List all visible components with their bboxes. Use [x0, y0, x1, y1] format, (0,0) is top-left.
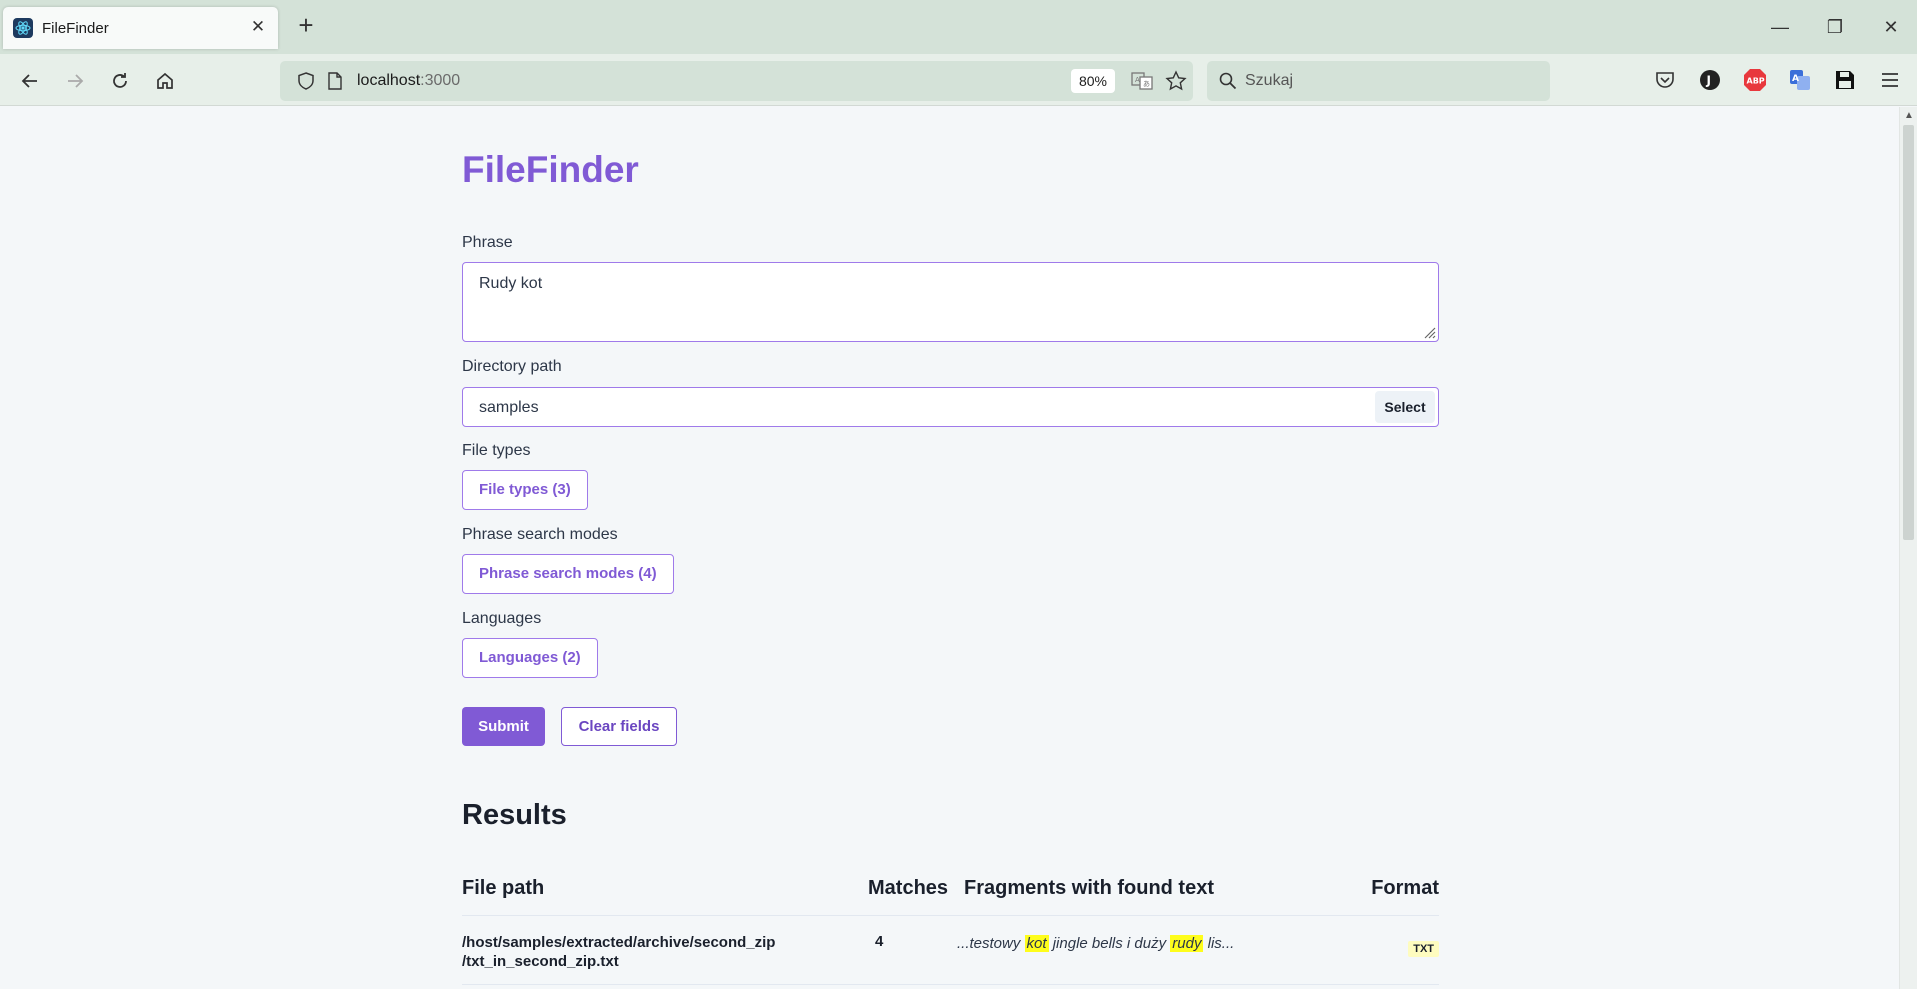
browser-search-bar[interactable]: Szukaj [1207, 61, 1550, 101]
account-avatar-icon[interactable]: J [1696, 66, 1724, 94]
search-placeholder: Szukaj [1245, 72, 1294, 89]
phrase-search-modes-button[interactable]: Phrase search modes (4) [462, 554, 674, 594]
tab-close-icon[interactable]: ✕ [248, 17, 268, 37]
minimize-icon[interactable]: — [1760, 12, 1800, 42]
forward-icon[interactable] [60, 66, 90, 96]
svg-text:A: A [1135, 76, 1140, 84]
reload-icon[interactable] [105, 66, 135, 96]
back-icon[interactable] [15, 66, 45, 96]
table-header-divider [462, 915, 1439, 916]
svg-text:ABP: ABP [1747, 77, 1765, 86]
fragment-text: jingle bells i duży [1048, 935, 1171, 952]
home-icon[interactable] [150, 66, 180, 96]
tab-title: FileFinder [42, 19, 109, 37]
results-heading: Results [462, 799, 567, 831]
file-types-button[interactable]: File types (3) [462, 470, 588, 510]
browser-tab[interactable]: FileFinder ✕ [3, 7, 278, 49]
menu-icon[interactable] [1876, 66, 1904, 94]
table-row-divider [462, 984, 1439, 985]
result-path-line-2: /txt_in_second_zip.txt [462, 953, 619, 970]
page-viewport: FileFinder Phrase Rudy kot Directory pat… [0, 107, 1899, 989]
result-matches: 4 [875, 933, 884, 950]
shield-icon[interactable] [297, 72, 315, 95]
bookmark-star-icon[interactable] [1165, 70, 1187, 97]
page-icon[interactable] [327, 72, 343, 95]
zoom-badge[interactable]: 80% [1071, 69, 1115, 93]
phrase-label: Phrase [462, 234, 513, 251]
result-path-line-1: /host/samples/extracted/archive/second_z… [462, 934, 776, 951]
window-close-icon[interactable]: ✕ [1871, 12, 1911, 42]
submit-button[interactable]: Submit [462, 707, 545, 746]
save-extension-icon[interactable] [1831, 66, 1859, 94]
result-file-path[interactable]: /host/samples/extracted/archive/second_z… [462, 933, 822, 971]
url-host: localhost [357, 72, 421, 89]
directory-label: Directory path [462, 358, 562, 375]
header-matches: Matches [868, 877, 949, 899]
fragment-text: lis... [1203, 935, 1235, 952]
header-file-path: File path [462, 877, 545, 899]
languages-button[interactable]: Languages (2) [462, 638, 598, 678]
url-text[interactable]: localhost:3000 [357, 72, 460, 90]
directory-input[interactable]: samples Select [462, 387, 1439, 427]
adblock-plus-icon[interactable]: ABP [1741, 66, 1769, 94]
browser-tabbar: FileFinder ✕ + — ❐ ✕ [0, 0, 1917, 54]
browser-navbar: localhost:3000 80% Aあ Szukaj J ABP A [0, 54, 1917, 106]
header-fragments: Fragments with found text [964, 877, 1214, 899]
page-scrollbar[interactable]: ▲ [1899, 107, 1917, 989]
scroll-up-icon[interactable]: ▲ [1904, 110, 1914, 121]
search-icon [1219, 72, 1237, 95]
restore-icon[interactable]: ❐ [1815, 12, 1855, 42]
svg-text:A: A [1792, 74, 1799, 84]
phrase-textarea[interactable]: Rudy kot [462, 262, 1439, 342]
pocket-icon[interactable] [1651, 66, 1679, 94]
translate-icon[interactable]: Aあ [1131, 71, 1153, 96]
fragment-highlight: rudy [1170, 935, 1204, 952]
page-title: FileFinder [462, 149, 639, 190]
directory-value: samples [479, 399, 539, 416]
react-favicon-icon [13, 18, 33, 38]
translator-extension-icon[interactable]: A [1786, 66, 1814, 94]
svg-text:J: J [1706, 74, 1711, 88]
fragment-text: ...testowy [957, 935, 1025, 952]
result-fragment: ...testowy kot jingle bells i duży rudy … [957, 935, 1234, 952]
resize-grip-icon[interactable] [1422, 325, 1436, 339]
file-types-label: File types [462, 442, 531, 459]
phrase-search-modes-label: Phrase search modes [462, 526, 618, 543]
phrase-value: Rudy kot [479, 275, 543, 292]
header-format: Format [1371, 877, 1439, 899]
fragment-highlight: kot [1024, 935, 1049, 952]
clear-fields-button[interactable]: Clear fields [561, 707, 677, 746]
new-tab-icon[interactable]: + [292, 12, 320, 40]
svg-text:あ: あ [1143, 80, 1150, 88]
url-bar[interactable]: localhost:3000 80% Aあ [280, 61, 1193, 101]
url-port: :3000 [420, 72, 461, 89]
scrollbar-thumb[interactable] [1903, 125, 1914, 540]
languages-label: Languages [462, 610, 542, 627]
format-badge: TXT [1408, 941, 1439, 957]
select-directory-button[interactable]: Select [1375, 391, 1435, 423]
